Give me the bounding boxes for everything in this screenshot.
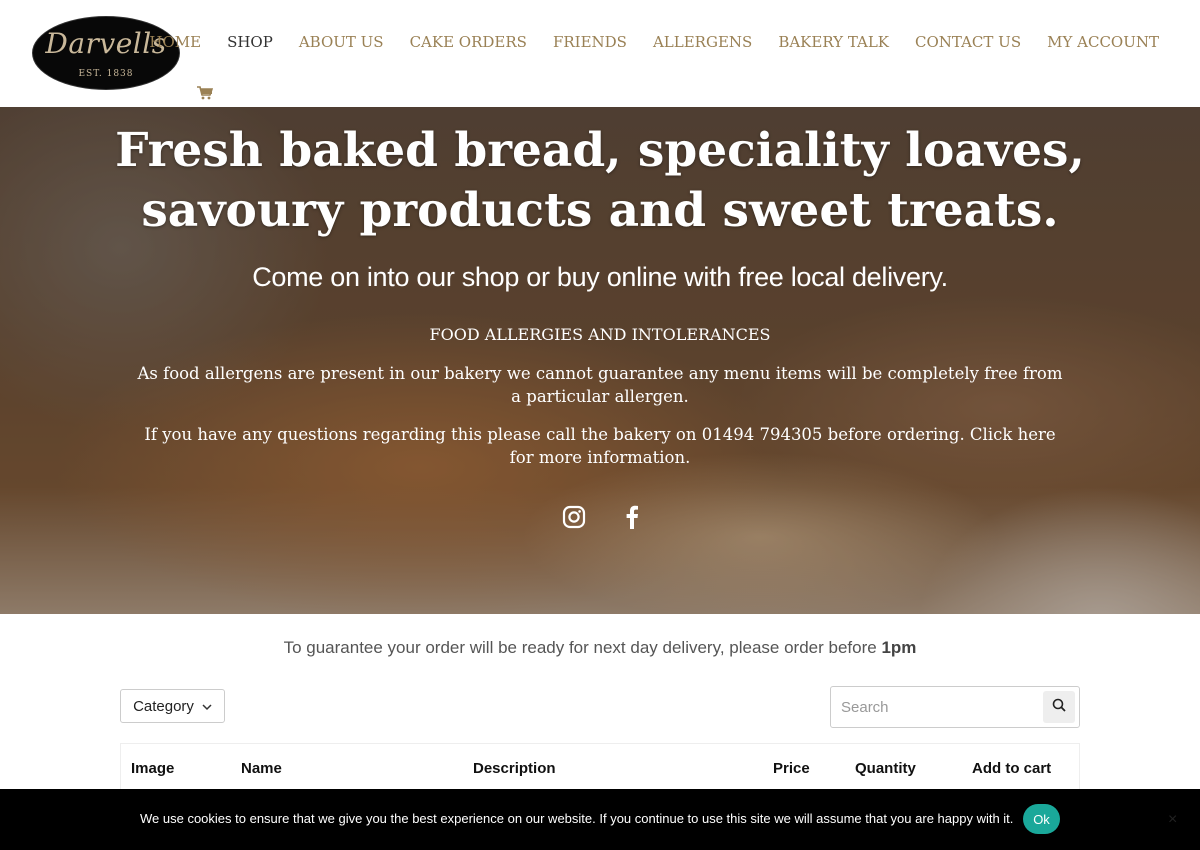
facebook-icon[interactable]: [618, 503, 646, 531]
column-image: Image: [131, 760, 175, 777]
column-description: Description: [473, 760, 556, 777]
column-price[interactable]: Price: [773, 760, 810, 777]
search-input[interactable]: [832, 688, 1037, 726]
main-nav: HOME SHOP ABOUT US CAKE ORDERS FRIENDS A…: [149, 33, 1159, 51]
site-header: Darvells EST. 1838 HOME SHOP ABOUT US CA…: [0, 0, 1200, 107]
allergy-heading: FOOD ALLERGIES AND INTOLERANCES: [429, 325, 771, 344]
column-name[interactable]: Name: [241, 760, 282, 777]
cookie-ok-button[interactable]: Ok: [1023, 804, 1060, 834]
delivery-notice: To guarantee your order will be ready fo…: [0, 638, 1200, 658]
instagram-icon[interactable]: [560, 503, 588, 531]
column-add-to-cart: Add to cart: [972, 760, 1052, 777]
nav-allergens[interactable]: ALLERGENS: [653, 33, 752, 51]
nav-shop[interactable]: SHOP: [227, 33, 273, 51]
category-dropdown[interactable]: Category: [120, 689, 225, 723]
cookie-message: We use cookies to ensure that we give yo…: [140, 811, 1014, 826]
notice-time: 1pm: [881, 638, 917, 657]
nav-bakery-talk[interactable]: BAKERY TALK: [778, 33, 889, 51]
hero-title: Fresh baked bread, speciality loaves, sa…: [115, 123, 1085, 238]
nav-friends[interactable]: FRIENDS: [553, 33, 627, 51]
hero-banner: Fresh baked bread, speciality loaves, sa…: [0, 107, 1200, 614]
cookie-banner: We use cookies to ensure that we give yo…: [0, 789, 1200, 850]
logo-est-text: EST. 1838: [78, 69, 134, 79]
search-icon: [1052, 698, 1066, 717]
close-icon[interactable]: ×: [1168, 811, 1177, 829]
nav-home[interactable]: HOME: [149, 33, 201, 51]
darvells-logo[interactable]: Darvells EST. 1838: [33, 17, 179, 89]
shopping-cart-icon[interactable]: [197, 86, 215, 102]
search-box: [830, 686, 1080, 728]
category-label: Category: [133, 697, 194, 715]
nav-cake-orders[interactable]: CAKE ORDERS: [410, 33, 527, 51]
social-links: [560, 503, 646, 531]
nav-about-us[interactable]: ABOUT US: [299, 33, 384, 51]
search-button[interactable]: [1043, 691, 1075, 723]
hero-subtitle: Come on into our shop or buy online with…: [252, 262, 948, 292]
allergy-text: As food allergens are present in our bak…: [137, 364, 1063, 406]
contact-text[interactable]: If you have any questions regarding this…: [130, 423, 1070, 469]
nav-contact-us[interactable]: CONTACT US: [915, 33, 1021, 51]
notice-text: To guarantee your order will be ready fo…: [283, 638, 882, 657]
nav-my-account[interactable]: MY ACCOUNT: [1047, 33, 1159, 51]
chevron-down-icon: [202, 698, 212, 715]
column-quantity: Quantity: [855, 760, 916, 777]
